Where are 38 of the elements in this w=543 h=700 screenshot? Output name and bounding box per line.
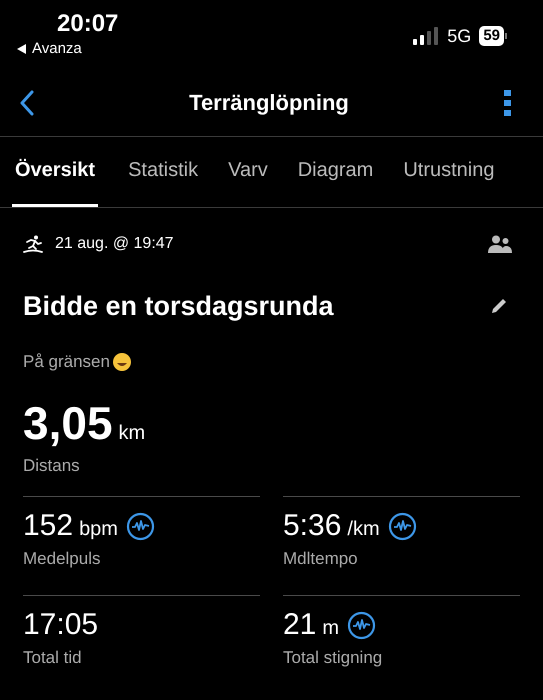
back-app-link[interactable]: Avanza — [32, 40, 82, 57]
stat-label: Mdltempo — [283, 549, 359, 569]
people-icon[interactable] — [488, 235, 512, 253]
stat-label: Total stigning — [283, 648, 384, 668]
stat-value: 17:05 — [23, 608, 98, 642]
distance-label: Distans — [23, 456, 81, 476]
stat-label: Total tid — [23, 648, 83, 668]
activity-chart-icon[interactable] — [126, 512, 155, 540]
activity-chart-icon[interactable] — [347, 610, 376, 640]
activity-title: Bidde en torsdagsrunda — [23, 290, 334, 322]
stat-unit: m — [322, 617, 340, 640]
activity-chart-icon[interactable] — [388, 512, 417, 540]
distance-unit: km — [118, 422, 146, 445]
smiley-icon — [112, 352, 132, 372]
tab[interactable]: Statistik — [128, 137, 198, 207]
screen-title: Terränglöpning — [189, 90, 349, 116]
distance-value: 3,05 — [23, 396, 113, 450]
stat-value: 5:36 — [283, 509, 342, 543]
status-time: 20:07 — [57, 10, 118, 38]
stat-unit: /km — [347, 518, 380, 541]
battery-indicator: 59 — [479, 26, 507, 46]
running-person-icon — [23, 235, 43, 253]
tab[interactable]: Varv — [228, 137, 268, 207]
back-chevron-icon[interactable] — [20, 90, 34, 116]
activity-date: 21 aug. @ 19:47 — [55, 235, 174, 253]
more-menu-icon[interactable] — [504, 90, 511, 116]
stat-value: 21 — [283, 608, 316, 642]
activity-note: På gränsen — [23, 352, 110, 372]
tab[interactable]: Översikt — [12, 137, 98, 207]
back-triangle-icon[interactable] — [17, 44, 26, 54]
network-label: 5G — [447, 26, 472, 46]
tab[interactable]: Utrustning — [403, 137, 494, 207]
stat-value: 152 — [23, 509, 74, 543]
tab[interactable]: Diagram — [298, 137, 374, 207]
signal-icon — [413, 27, 440, 45]
stat-label: Medelpuls — [23, 549, 102, 569]
stat-unit: bpm — [79, 518, 118, 541]
edit-pencil-icon[interactable] — [490, 297, 508, 315]
